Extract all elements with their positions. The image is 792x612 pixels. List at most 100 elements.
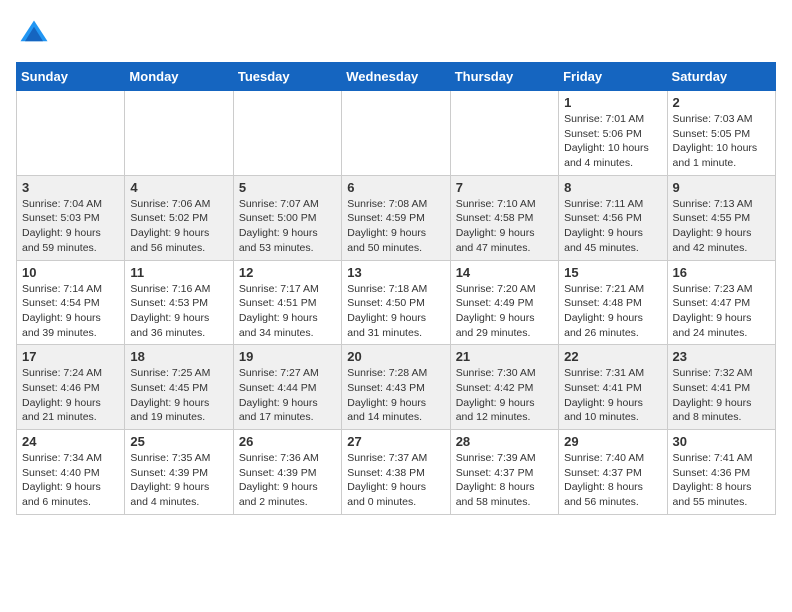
calendar-day-cell xyxy=(17,91,125,176)
day-info: Sunrise: 7:10 AMSunset: 4:58 PMDaylight:… xyxy=(456,197,553,256)
calendar-day-cell: 14 Sunrise: 7:20 AMSunset: 4:49 PMDayligh… xyxy=(450,260,558,345)
calendar-day-cell: 25Sunrise: 7:35 AMSunset: 4:39 PMDayligh… xyxy=(125,430,233,515)
day-info: Sunrise: 7:08 AMSunset: 4:59 PMDaylight:… xyxy=(347,197,444,256)
day-info: Sunrise: 7:04 AMSunset: 5:03 PMDaylight:… xyxy=(22,197,119,256)
day-info: Sunrise: 7:27 AMSunset: 4:44 PMDaylight:… xyxy=(239,366,336,425)
calendar-weekday-header: Friday xyxy=(559,63,667,91)
calendar-weekday-header: Thursday xyxy=(450,63,558,91)
calendar-weekday-header: Monday xyxy=(125,63,233,91)
day-info: Sunrise: 7:23 AMSunset: 4:47 PMDaylight:… xyxy=(673,282,770,341)
calendar-week-row: 10 Sunrise: 7:14 AMSunset: 4:54 PMDayligh… xyxy=(17,260,776,345)
day-number: 19 xyxy=(239,349,336,364)
calendar-day-cell: 27Sunrise: 7:37 AMSunset: 4:38 PMDayligh… xyxy=(342,430,450,515)
day-number: 17 xyxy=(22,349,119,364)
day-number: 16 xyxy=(673,265,770,280)
calendar-day-cell: 19 Sunrise: 7:27 AMSunset: 4:44 PMDayligh… xyxy=(233,345,341,430)
calendar-day-cell: 4 Sunrise: 7:06 AMSunset: 5:02 PMDaylight… xyxy=(125,175,233,260)
calendar-day-cell: 2 Sunrise: 7:03 AMSunset: 5:05 PMDaylight… xyxy=(667,91,775,176)
day-number: 1 xyxy=(564,95,661,110)
calendar-day-cell: 29Sunrise: 7:40 AMSunset: 4:37 PMDayligh… xyxy=(559,430,667,515)
calendar-day-cell: 3 Sunrise: 7:04 AMSunset: 5:03 PMDaylight… xyxy=(17,175,125,260)
day-number: 9 xyxy=(673,180,770,195)
day-number: 30 xyxy=(673,434,770,449)
calendar-day-cell: 6 Sunrise: 7:08 AMSunset: 4:59 PMDaylight… xyxy=(342,175,450,260)
day-info: Sunrise: 7:28 AMSunset: 4:43 PMDaylight:… xyxy=(347,366,444,425)
day-number: 24 xyxy=(22,434,119,449)
day-info: Sunrise: 7:21 AMSunset: 4:48 PMDaylight:… xyxy=(564,282,661,341)
calendar-day-cell: 16 Sunrise: 7:23 AMSunset: 4:47 PMDayligh… xyxy=(667,260,775,345)
day-info: Sunrise: 7:31 AMSunset: 4:41 PMDaylight:… xyxy=(564,366,661,425)
day-info: Sunrise: 7:24 AMSunset: 4:46 PMDaylight:… xyxy=(22,366,119,425)
calendar-day-cell: 8 Sunrise: 7:11 AMSunset: 4:56 PMDaylight… xyxy=(559,175,667,260)
day-number: 14 xyxy=(456,265,553,280)
day-number: 18 xyxy=(130,349,227,364)
day-number: 8 xyxy=(564,180,661,195)
calendar-day-cell: 23 Sunrise: 7:32 AMSunset: 4:41 PMDayligh… xyxy=(667,345,775,430)
day-info: Sunrise: 7:18 AMSunset: 4:50 PMDaylight:… xyxy=(347,282,444,341)
calendar-day-cell: 5 Sunrise: 7:07 AMSunset: 5:00 PMDaylight… xyxy=(233,175,341,260)
calendar-day-cell: 17 Sunrise: 7:24 AMSunset: 4:46 PMDayligh… xyxy=(17,345,125,430)
day-info: Sunrise: 7:17 AMSunset: 4:51 PMDaylight:… xyxy=(239,282,336,341)
day-number: 3 xyxy=(22,180,119,195)
calendar-day-cell: 24 Sunrise: 7:34 AMSunset: 4:40 PMDayligh… xyxy=(17,430,125,515)
calendar-week-row: 17 Sunrise: 7:24 AMSunset: 4:46 PMDayligh… xyxy=(17,345,776,430)
day-info: Sunrise: 7:39 AMSunset: 4:37 PMDaylight:… xyxy=(456,451,553,510)
day-number: 11 xyxy=(130,265,227,280)
calendar-week-row: 1Sunrise: 7:01 AMSunset: 5:06 PMDaylight… xyxy=(17,91,776,176)
calendar-day-cell: 9 Sunrise: 7:13 AMSunset: 4:55 PMDaylight… xyxy=(667,175,775,260)
day-info: Sunrise: 7:32 AMSunset: 4:41 PMDaylight:… xyxy=(673,366,770,425)
calendar-day-cell: 20 Sunrise: 7:28 AMSunset: 4:43 PMDayligh… xyxy=(342,345,450,430)
day-number: 6 xyxy=(347,180,444,195)
calendar-header-row: SundayMondayTuesdayWednesdayThursdayFrid… xyxy=(17,63,776,91)
calendar-day-cell: 18 Sunrise: 7:25 AMSunset: 4:45 PMDayligh… xyxy=(125,345,233,430)
day-info: Sunrise: 7:07 AMSunset: 5:00 PMDaylight:… xyxy=(239,197,336,256)
day-info: Sunrise: 7:40 AMSunset: 4:37 PMDaylight:… xyxy=(564,451,661,510)
day-info: Sunrise: 7:06 AMSunset: 5:02 PMDaylight:… xyxy=(130,197,227,256)
day-info: Sunrise: 7:34 AMSunset: 4:40 PMDaylight:… xyxy=(22,451,119,510)
day-number: 26 xyxy=(239,434,336,449)
calendar-day-cell: 10 Sunrise: 7:14 AMSunset: 4:54 PMDayligh… xyxy=(17,260,125,345)
day-number: 7 xyxy=(456,180,553,195)
day-number: 2 xyxy=(673,95,770,110)
calendar-day-cell xyxy=(233,91,341,176)
day-info: Sunrise: 7:16 AMSunset: 4:53 PMDaylight:… xyxy=(130,282,227,341)
day-number: 23 xyxy=(673,349,770,364)
calendar-day-cell: 15 Sunrise: 7:21 AMSunset: 4:48 PMDayligh… xyxy=(559,260,667,345)
day-info: Sunrise: 7:11 AMSunset: 4:56 PMDaylight:… xyxy=(564,197,661,256)
page-header xyxy=(16,16,776,52)
day-info: Sunrise: 7:13 AMSunset: 4:55 PMDaylight:… xyxy=(673,197,770,256)
day-info: Sunrise: 7:20 AMSunset: 4:49 PMDaylight:… xyxy=(456,282,553,341)
logo xyxy=(16,16,56,52)
calendar-weekday-header: Sunday xyxy=(17,63,125,91)
calendar-week-row: 3 Sunrise: 7:04 AMSunset: 5:03 PMDaylight… xyxy=(17,175,776,260)
day-number: 12 xyxy=(239,265,336,280)
calendar-weekday-header: Saturday xyxy=(667,63,775,91)
calendar-day-cell: 21 Sunrise: 7:30 AMSunset: 4:42 PMDayligh… xyxy=(450,345,558,430)
day-number: 4 xyxy=(130,180,227,195)
calendar-day-cell: 12 Sunrise: 7:17 AMSunset: 4:51 PMDayligh… xyxy=(233,260,341,345)
day-info: Sunrise: 7:14 AMSunset: 4:54 PMDaylight:… xyxy=(22,282,119,341)
calendar-day-cell: 7 Sunrise: 7:10 AMSunset: 4:58 PMDaylight… xyxy=(450,175,558,260)
day-number: 15 xyxy=(564,265,661,280)
day-info: Sunrise: 7:41 AMSunset: 4:36 PMDaylight:… xyxy=(673,451,770,510)
calendar-day-cell: 30 Sunrise: 7:41 AMSunset: 4:36 PMDayligh… xyxy=(667,430,775,515)
day-info: Sunrise: 7:36 AMSunset: 4:39 PMDaylight:… xyxy=(239,451,336,510)
calendar-day-cell: 22 Sunrise: 7:31 AMSunset: 4:41 PMDayligh… xyxy=(559,345,667,430)
logo-icon xyxy=(16,16,52,52)
day-number: 5 xyxy=(239,180,336,195)
calendar-day-cell xyxy=(125,91,233,176)
calendar-week-row: 24 Sunrise: 7:34 AMSunset: 4:40 PMDayligh… xyxy=(17,430,776,515)
day-number: 22 xyxy=(564,349,661,364)
day-info: Sunrise: 7:25 AMSunset: 4:45 PMDaylight:… xyxy=(130,366,227,425)
day-info: Sunrise: 7:30 AMSunset: 4:42 PMDaylight:… xyxy=(456,366,553,425)
day-number: 25 xyxy=(130,434,227,449)
calendar-day-cell: 26 Sunrise: 7:36 AMSunset: 4:39 PMDayligh… xyxy=(233,430,341,515)
day-info: Sunrise: 7:03 AMSunset: 5:05 PMDaylight:… xyxy=(673,112,770,171)
day-number: 20 xyxy=(347,349,444,364)
calendar-day-cell: 1Sunrise: 7:01 AMSunset: 5:06 PMDaylight… xyxy=(559,91,667,176)
day-number: 10 xyxy=(22,265,119,280)
day-number: 28 xyxy=(456,434,553,449)
calendar-table: SundayMondayTuesdayWednesdayThursdayFrid… xyxy=(16,62,776,515)
calendar-day-cell: 28 Sunrise: 7:39 AMSunset: 4:37 PMDayligh… xyxy=(450,430,558,515)
day-number: 21 xyxy=(456,349,553,364)
